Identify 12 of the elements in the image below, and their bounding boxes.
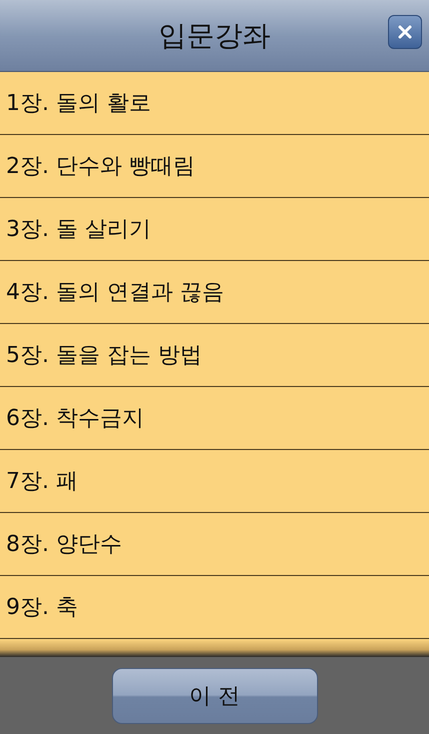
chapter-item[interactable]: 8장. 양단수: [0, 513, 429, 576]
close-icon: [397, 24, 413, 40]
chapter-item[interactable]: 1장. 돌의 활로: [0, 72, 429, 135]
chapter-item[interactable]: 2장. 단수와 빵때림: [0, 135, 429, 198]
chapter-item[interactable]: 4장. 돌의 연결과 끊음: [0, 261, 429, 324]
chapter-item[interactable]: 3장. 돌 살리기: [0, 198, 429, 261]
chapter-item[interactable]: 7장. 패: [0, 450, 429, 513]
chapter-item[interactable]: 5장. 돌을 잡는 방법: [0, 324, 429, 387]
chapter-item[interactable]: 6장. 착수금지: [0, 387, 429, 450]
close-button[interactable]: [388, 15, 422, 49]
previous-button[interactable]: 이 전: [112, 668, 318, 724]
screen-title: 입문강좌: [158, 18, 270, 54]
